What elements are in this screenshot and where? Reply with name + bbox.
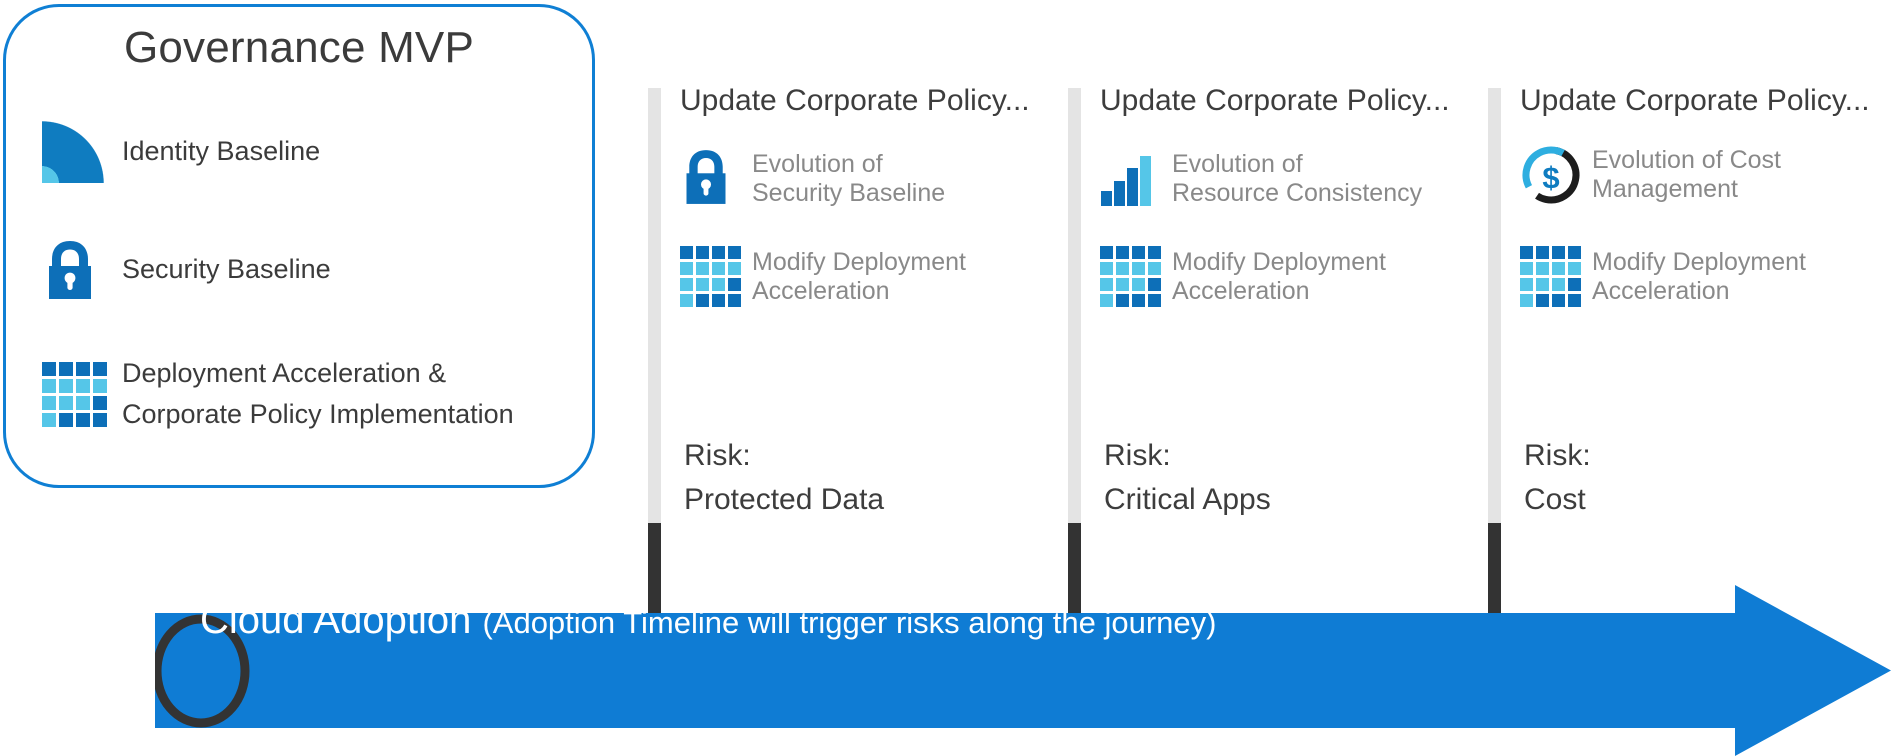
column-item-label: Evolution of Security Baseline	[752, 150, 946, 208]
column-item-label: Modify Deployment Acceleration	[1172, 248, 1386, 306]
list-item: Deployment Acceleration & Corporate Poli…	[42, 353, 572, 435]
column-heading: Update Corporate Policy...	[680, 84, 1030, 117]
column-risk-label: Risk: Cost	[1524, 439, 1591, 517]
panel-title: Governance MVP	[123, 23, 475, 72]
column-item: Evolution of Resource Consistency	[1100, 148, 1422, 209]
grid-icon	[42, 361, 122, 427]
column-item-label: Modify Deployment Acceleration	[752, 248, 966, 306]
governance-mvp-list: Identity Baseline Security Baseline Depl…	[42, 117, 572, 435]
grid-icon	[1100, 246, 1172, 307]
column-item: $ Evolution of Cost Management	[1520, 144, 1781, 206]
svg-text:$: $	[1542, 160, 1559, 195]
column-heading: Update Corporate Policy...	[1100, 84, 1450, 117]
grid-icon	[1520, 246, 1592, 307]
column-item-label: Modify Deployment Acceleration	[1592, 248, 1806, 306]
list-item-label: Deployment Acceleration & Corporate Poli…	[122, 358, 514, 430]
grid-icon	[680, 246, 752, 307]
governance-mvp-panel: Governance MVP Identity Baseline Securit…	[3, 4, 595, 488]
timeline-title: Cloud Adoption	[200, 598, 472, 642]
quarter-circle-icon	[42, 121, 122, 183]
column-item: Modify Deployment Acceleration	[1520, 246, 1806, 307]
column-risk-label: Risk: Critical Apps	[1104, 439, 1271, 517]
list-item: Identity Baseline	[42, 117, 572, 187]
column-item: Evolution of Security Baseline	[680, 148, 945, 209]
timeline-subtitle: (Adoption Timeline will trigger risks al…	[482, 605, 1217, 640]
column-risk-label: Risk: Protected Data	[684, 439, 885, 517]
bar-chart-icon	[1100, 148, 1172, 206]
column-item-label: Evolution of Cost Management	[1592, 146, 1781, 204]
lock-icon	[42, 239, 122, 301]
list-item-label: Security Baseline	[122, 254, 331, 285]
cost-dollar-icon: $	[1520, 144, 1592, 206]
list-item-label: Identity Baseline	[122, 136, 321, 167]
column-item: Modify Deployment Acceleration	[1100, 246, 1386, 307]
lock-icon	[680, 148, 752, 206]
column-heading: Update Corporate Policy...	[1520, 84, 1870, 117]
column-item: Modify Deployment Acceleration	[680, 246, 966, 307]
diagram-canvas: Governance MVP Identity Baseline Securit…	[0, 0, 1891, 756]
list-item: Security Baseline	[42, 235, 572, 305]
timeline-caption: Cloud Adoption (Adoption Timeline will t…	[200, 600, 1600, 640]
column-item-label: Evolution of Resource Consistency	[1172, 150, 1423, 208]
